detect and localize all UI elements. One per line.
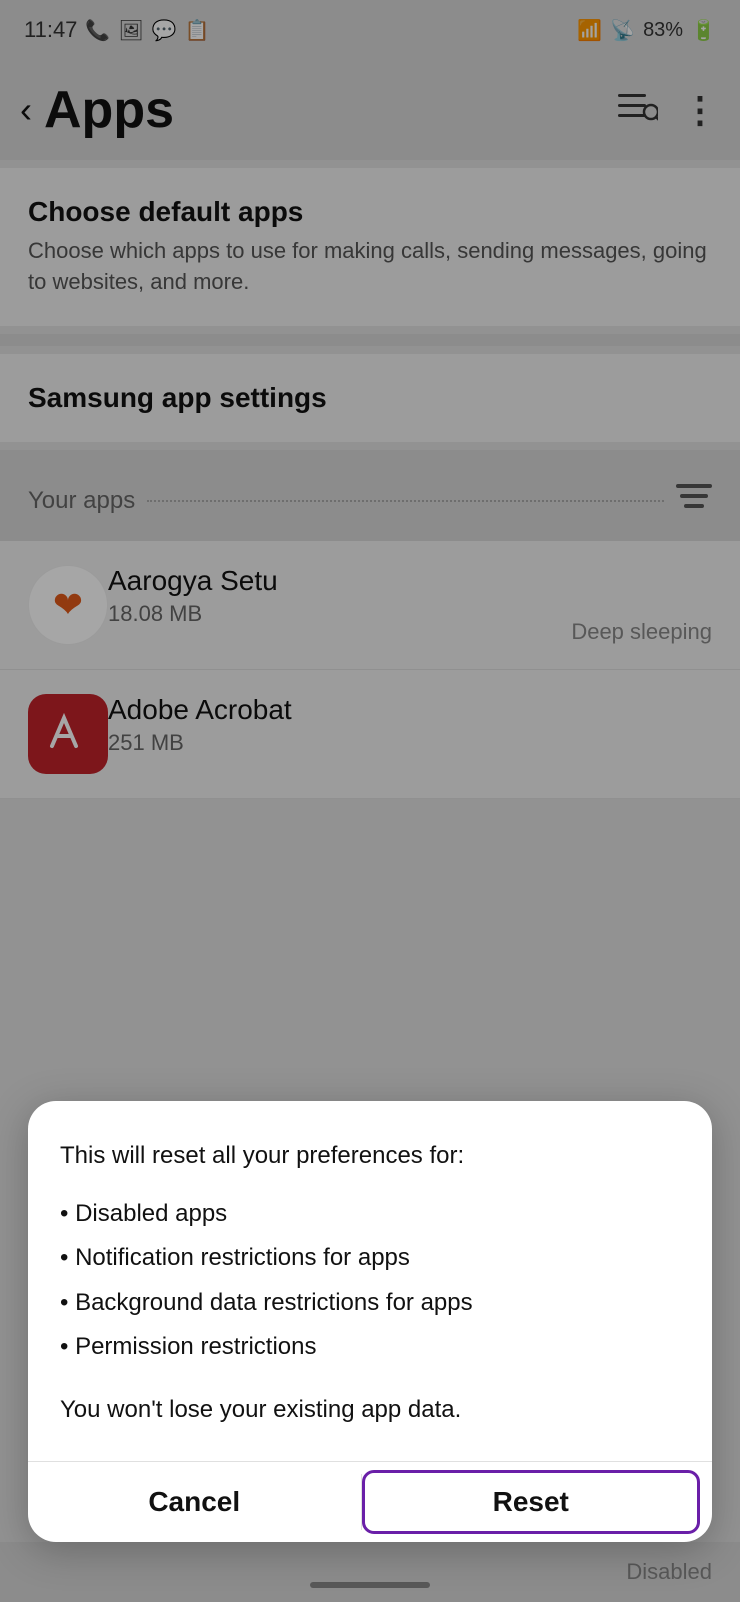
dialog-items-list: Disabled apps Notification restrictions … bbox=[60, 1195, 680, 1367]
dialog-intro: This will reset all your preferences for… bbox=[60, 1137, 680, 1175]
reset-preferences-dialog: This will reset all your preferences for… bbox=[28, 1101, 712, 1542]
reset-button[interactable]: Reset bbox=[362, 1470, 701, 1534]
dialog-item-4: Permission restrictions bbox=[60, 1328, 680, 1366]
cancel-button[interactable]: Cancel bbox=[28, 1462, 361, 1542]
dialog-actions: Cancel Reset bbox=[28, 1461, 712, 1542]
dialog-body: This will reset all your preferences for… bbox=[60, 1137, 680, 1429]
dialog-item-3: Background data restrictions for apps bbox=[60, 1284, 680, 1322]
dialog-note: You won't lose your existing app data. bbox=[60, 1391, 680, 1429]
dialog-item-1: Disabled apps bbox=[60, 1195, 680, 1233]
dialog-item-2: Notification restrictions for apps bbox=[60, 1239, 680, 1277]
